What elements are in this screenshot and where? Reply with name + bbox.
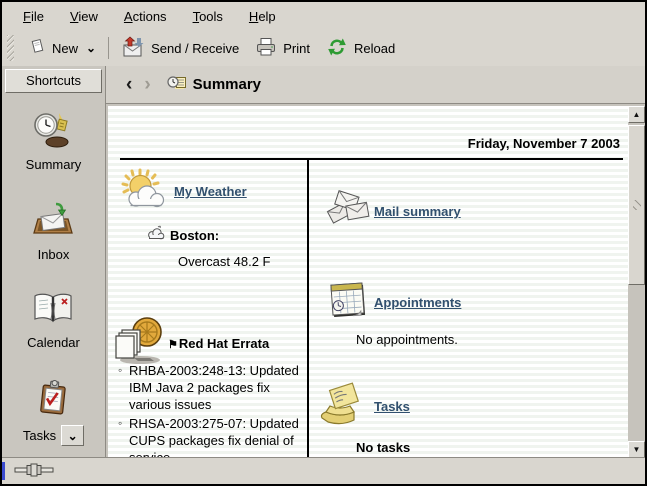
menu-file[interactable]: File [10, 4, 57, 29]
weather-location-row: Boston: [146, 225, 219, 245]
activity-indicator [2, 462, 5, 480]
mail-envelopes-icon [326, 188, 372, 235]
weather-location: Boston: [170, 228, 219, 243]
summary-top-divider [120, 158, 623, 160]
sidebar-item-calendar[interactable]: Calendar [27, 291, 80, 350]
errata-title-text[interactable]: Red Hat Errata [179, 336, 269, 351]
summary-folder-icon [157, 74, 186, 95]
status-bar [2, 457, 645, 484]
new-button-label: New [52, 41, 78, 56]
shortcut-items: Summary Inbox [23, 111, 84, 446]
menu-view[interactable]: View [57, 4, 111, 29]
appointments-pad-icon [327, 278, 371, 325]
summary-viewport: Friday, November 7 2003 [108, 106, 628, 458]
menubar: File View Actions Tools Help [2, 2, 645, 31]
scroll-up-button[interactable]: ▲ [628, 106, 645, 123]
appointments-link[interactable]: Appointments [374, 295, 461, 310]
weather-sun-cloud-icon [121, 166, 169, 219]
scroll-down-button[interactable]: ▼ [628, 441, 645, 458]
sidebar-item-inbox[interactable]: Inbox [32, 201, 74, 262]
my-weather-link[interactable]: My Weather [174, 184, 247, 199]
errata-item-text: RHSA-2003:275-07: Updated CUPS packages … [129, 416, 299, 458]
list-bullet-icon: ◦ [118, 362, 122, 379]
calendar-book-icon [32, 291, 74, 330]
urgent-flag-icon: ⚑ [168, 339, 178, 351]
list-bullet-icon: ◦ [118, 415, 122, 432]
mail-summary-link[interactable]: Mail summary [374, 204, 461, 219]
errata-item[interactable]: ◦ RHSA-2003:275-07: Updated CUPS package… [117, 415, 305, 458]
summary-clock-icon [33, 111, 73, 152]
back-button[interactable]: ‹ [120, 76, 138, 94]
errata-list: ◦ RHBA-2003:248-13: Updated IBM Java 2 p… [117, 362, 305, 458]
sidebar-item-label: Inbox [38, 247, 70, 262]
chevron-down-icon[interactable]: ⌄ [86, 43, 96, 53]
tasks-notes-icon [318, 382, 368, 431]
tasks-clipboard-icon [34, 379, 72, 420]
errata-item[interactable]: ◦ RHBA-2003:248-13: Updated IBM Java 2 p… [117, 362, 305, 413]
summary-column-divider [307, 158, 309, 458]
folder-title: Summary [193, 76, 261, 93]
tasks-link[interactable]: Tasks [374, 399, 410, 414]
menu-tools[interactable]: Tools [180, 4, 236, 29]
connection-plug-icon [14, 463, 56, 480]
small-cloud-icon [146, 225, 165, 245]
toolbar-gripper[interactable] [7, 35, 14, 61]
current-date: Friday, November 7 2003 [468, 136, 620, 151]
print-button[interactable]: Print [247, 32, 318, 64]
shortcuts-group-button[interactable]: Shortcuts [5, 69, 102, 93]
sidebar-item-label: Tasks [23, 428, 56, 443]
print-label: Print [283, 41, 310, 56]
forward-button[interactable]: › [138, 76, 156, 94]
send-receive-button[interactable]: Send / Receive [113, 32, 247, 65]
shortcut-scroll-button[interactable]: ⌄ [61, 425, 84, 446]
scrollbar-thumb[interactable] [628, 125, 645, 285]
reload-button[interactable]: Reload [318, 33, 403, 64]
send-receive-label: Send / Receive [151, 41, 239, 56]
errata-section-title: ⚑Red Hat Errata [168, 336, 269, 351]
print-icon [255, 36, 277, 60]
sidebar-item-tasks[interactable]: Tasks ⌄ [23, 379, 84, 446]
folder-title-bar: ‹ › Summary [106, 66, 645, 104]
vertical-scrollbar[interactable]: ▲ ▼ [628, 106, 645, 458]
new-button[interactable]: New ⌄ [21, 34, 104, 62]
new-document-icon [29, 38, 46, 58]
errata-item-text: RHBA-2003:248-13: Updated IBM Java 2 pac… [129, 363, 299, 412]
weather-report: Overcast 48.2 F [178, 254, 270, 269]
appointments-status: No appointments. [356, 332, 458, 347]
inbox-tray-icon [32, 201, 74, 242]
tasks-status: No tasks [356, 440, 410, 455]
sidebar-item-label: Summary [26, 157, 82, 172]
toolbar: New ⌄ Send / Receive [2, 30, 645, 67]
shortcut-bar: Shortcuts Summary [2, 66, 106, 458]
menu-help[interactable]: Help [236, 4, 289, 29]
main-area: ‹ › Summary Friday, November 7 2003 [106, 66, 645, 458]
evolution-window: File View Actions Tools Help New ⌄ [0, 0, 647, 486]
summary-view: Friday, November 7 2003 [106, 104, 645, 458]
reload-label: Reload [354, 41, 395, 56]
sidebar-item-summary[interactable]: Summary [26, 111, 82, 172]
toolbar-separator [108, 37, 109, 59]
send-receive-icon [121, 36, 145, 61]
sidebar-item-label: Calendar [27, 335, 80, 350]
reload-icon [326, 37, 348, 60]
menu-actions[interactable]: Actions [111, 4, 180, 29]
